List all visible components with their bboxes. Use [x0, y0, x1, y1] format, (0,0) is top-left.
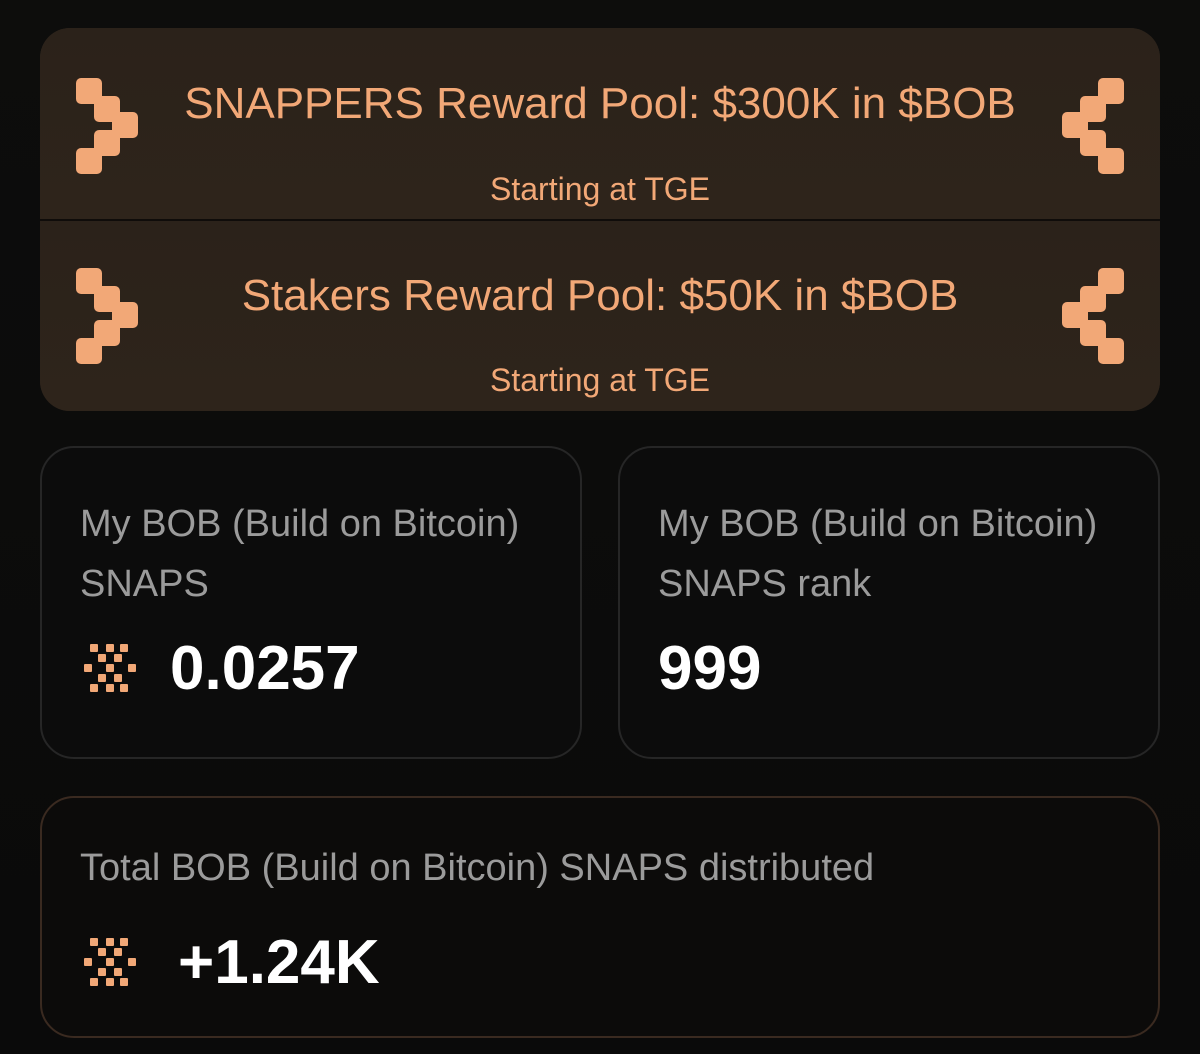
- my-snaps-rank-card: My BOB (Build on Bitcoin) SNAPS rank 999: [618, 446, 1160, 759]
- my-snaps-label: My BOB (Build on Bitcoin) SNAPS: [80, 503, 520, 605]
- total-snaps-distributed-label: Total BOB (Build on Bitcoin) SNAPS distr…: [80, 847, 875, 889]
- total-snaps-distributed-card: Total BOB (Build on Bitcoin) SNAPS distr…: [40, 796, 1160, 1038]
- snaps-token-icon: [84, 638, 146, 700]
- stakers-pool-subtitle: Starting at TGE: [490, 362, 710, 398]
- snappers-pool-title: SNAPPERS Reward Pool: $300K in $BOB: [184, 79, 1016, 128]
- my-snaps-rank-label: My BOB (Build on Bitcoin) SNAPS rank: [658, 503, 1098, 605]
- bob-logo-icon: [76, 268, 142, 364]
- bob-logo-icon: [76, 78, 142, 174]
- bob-logo-mirrored-icon: [1058, 268, 1124, 364]
- snaps-token-icon: [84, 932, 146, 994]
- my-snaps-rank-value: 999: [658, 634, 762, 703]
- stakers-pool-title: Stakers Reward Pool: $50K in $BOB: [241, 271, 959, 320]
- my-snaps-card: My BOB (Build on Bitcoin) SNAPS 0.0257: [40, 446, 582, 759]
- snappers-pool-subtitle: Starting at TGE: [490, 171, 710, 207]
- my-snaps-value: 0.0257: [170, 634, 360, 703]
- bob-logo-mirrored-icon: [1058, 78, 1124, 174]
- reward-pools-banner: SNAPPERS Reward Pool: $300K in $BOB Star…: [40, 28, 1160, 411]
- snaps-rewards-page: SNAPPERS Reward Pool: $300K in $BOB Star…: [0, 0, 1200, 1054]
- total-snaps-distributed-value: +1.24K: [178, 928, 380, 997]
